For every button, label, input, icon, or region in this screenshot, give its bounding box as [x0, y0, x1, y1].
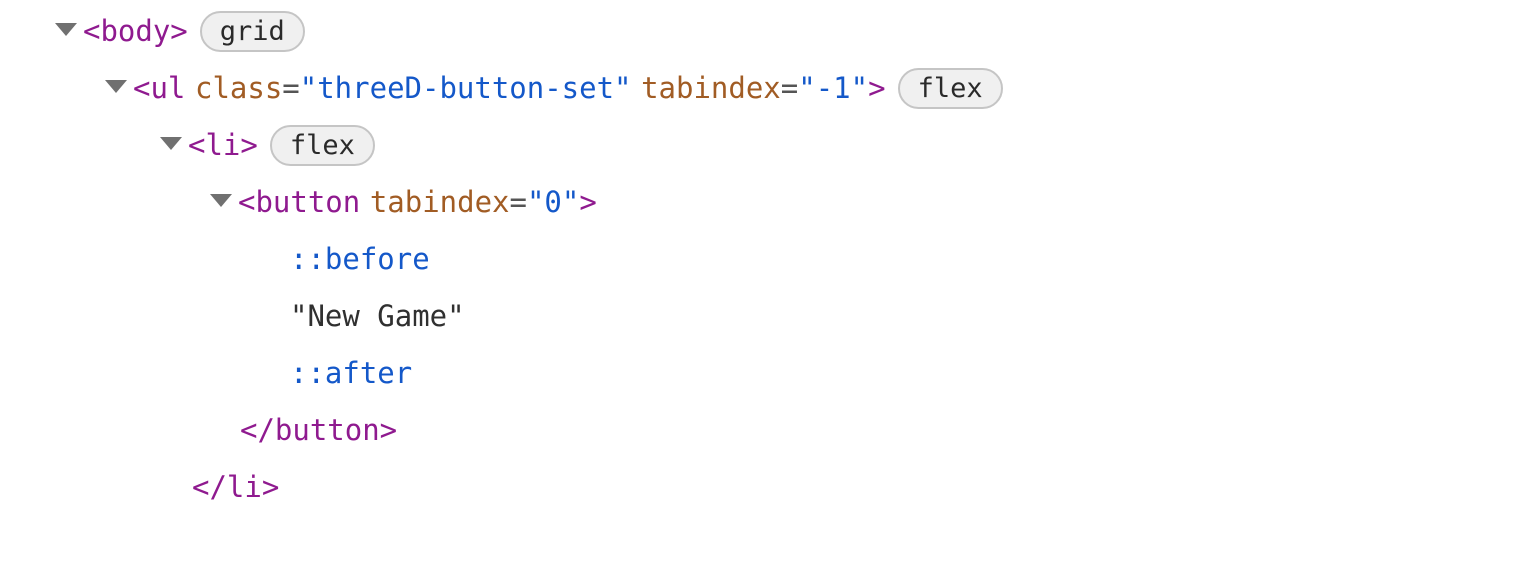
pseudo-after-label: ::after [290, 346, 412, 401]
tag-ul-open: <ul [133, 61, 185, 116]
dom-node-li-close[interactable]: </li> [0, 459, 1526, 516]
attr-class-value: "threeD-button-set" [300, 61, 632, 116]
expand-arrow-icon[interactable] [105, 80, 127, 93]
attr-eq: = [282, 61, 299, 116]
text-node[interactable]: "New Game" [0, 288, 1526, 345]
expand-arrow-icon[interactable] [210, 194, 232, 207]
dom-node-li[interactable]: <li> flex [0, 117, 1526, 174]
attr-eq: = [781, 61, 798, 116]
tag-button-close: </button> [240, 403, 397, 458]
layout-badge-flex[interactable]: flex [898, 68, 1003, 109]
tag-button-close-bracket: > [579, 175, 596, 230]
tag-button-open: <button [238, 175, 360, 230]
tag-body: <body> [83, 4, 188, 59]
dom-node-body[interactable]: <body> grid [0, 3, 1526, 60]
dom-node-button[interactable]: <button tabindex = "0" > [0, 174, 1526, 231]
attr-eq: = [510, 175, 527, 230]
dom-node-button-close[interactable]: </button> [0, 402, 1526, 459]
tag-ul-close-bracket: > [868, 61, 885, 116]
attr-tabindex-value: "-1" [798, 61, 868, 116]
layout-badge-flex[interactable]: flex [270, 125, 375, 166]
text-node-content: "New Game" [290, 289, 465, 344]
attr-class-name: class [195, 61, 282, 116]
dom-node-ul[interactable]: <ul class = "threeD-button-set" tabindex… [0, 60, 1526, 117]
attr-tabindex-name: tabindex [641, 61, 781, 116]
attr-tabindex-name: tabindex [370, 175, 510, 230]
tag-li: <li> [188, 118, 258, 173]
tag-li-close: </li> [192, 460, 279, 515]
pseudo-before-label: ::before [290, 232, 430, 287]
pseudo-before[interactable]: ::before [0, 231, 1526, 288]
layout-badge-grid[interactable]: grid [200, 11, 305, 52]
pseudo-after[interactable]: ::after [0, 345, 1526, 402]
expand-arrow-icon[interactable] [160, 137, 182, 150]
expand-arrow-icon[interactable] [55, 23, 77, 36]
attr-tabindex-value: "0" [527, 175, 579, 230]
